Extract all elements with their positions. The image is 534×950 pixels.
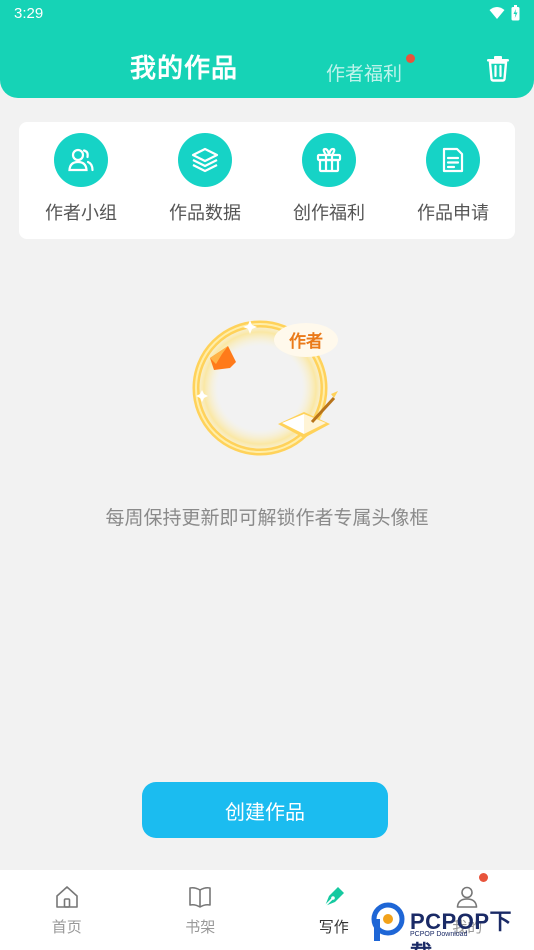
quick-action-work-application[interactable]: 作品申请	[391, 122, 515, 239]
battery-icon	[511, 5, 520, 21]
nav-label: 首页	[51, 918, 82, 936]
users-icon	[54, 133, 108, 187]
quick-action-author-group[interactable]: 作者小组	[19, 122, 143, 239]
nav-label: 书架	[185, 918, 216, 936]
book-icon	[189, 886, 212, 908]
quick-action-label: 作品数据	[169, 203, 241, 224]
pcpop-watermark: PCPOP下载 PCPOP Download	[370, 900, 534, 950]
layers-icon	[178, 133, 232, 187]
quick-action-label: 作品申请	[417, 203, 489, 224]
gift-icon	[302, 133, 356, 187]
quick-action-label: 创作福利	[293, 203, 365, 224]
watermark-subtext: PCPOP Download	[410, 931, 468, 938]
status-bar: 3:29	[0, 0, 534, 28]
illustration-badge-text: 作者	[289, 331, 323, 352]
notification-dot	[478, 873, 488, 882]
watermark-text: PCPOP下载	[410, 909, 513, 950]
pen-icon	[324, 887, 344, 907]
empty-state-message: 每周保持更新即可解锁作者专属头像框	[105, 507, 429, 529]
quick-action-work-data[interactable]: 作品数据	[143, 122, 267, 239]
pcpop-logo-icon	[371, 902, 405, 941]
nav-item-bookshelf[interactable]: 书架	[134, 870, 268, 950]
page-title: 我的作品	[130, 54, 239, 84]
quick-actions-card: 作者小组 作品数据 创作福利 作品申请	[19, 122, 515, 239]
create-work-button[interactable]: 创建作品	[142, 782, 388, 838]
quick-action-creation-benefits[interactable]: 创作福利	[267, 122, 391, 239]
home-icon	[55, 886, 78, 908]
quick-action-label: 作者小组	[45, 203, 117, 224]
app-header: 我的作品 作者福利	[0, 28, 534, 98]
trash-icon[interactable]	[484, 54, 512, 82]
avatar-frame-illustration: 作者	[190, 318, 338, 458]
notification-dot	[406, 54, 415, 63]
tab-author-benefits[interactable]: 作者福利	[326, 59, 402, 86]
nav-label: 写作	[318, 918, 349, 936]
document-icon	[426, 133, 480, 187]
status-icons	[489, 5, 520, 21]
nav-item-home[interactable]: 首页	[0, 870, 134, 950]
wifi-icon	[489, 7, 505, 19]
status-time: 3:29	[14, 5, 44, 22]
